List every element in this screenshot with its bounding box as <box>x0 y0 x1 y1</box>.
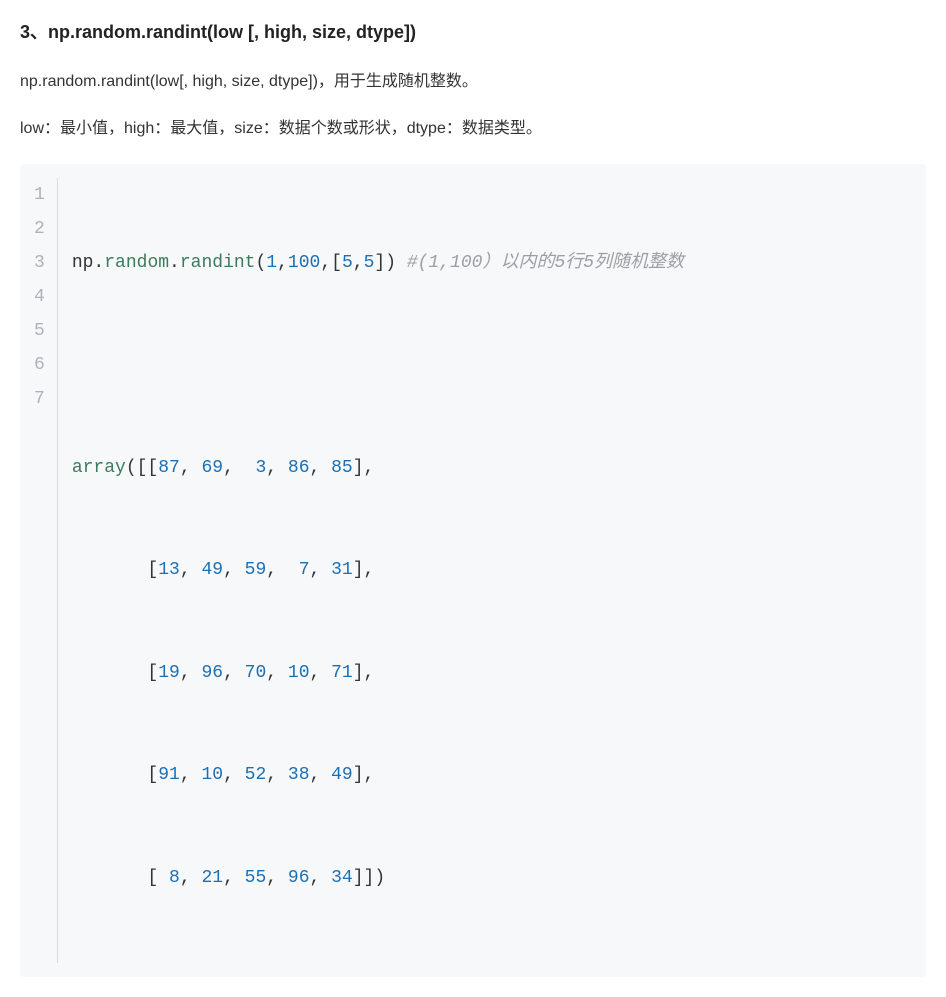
line-number: 1 <box>34 178 45 212</box>
token-punc: , <box>180 458 202 478</box>
code-line: np.random.randint(1,100,[5,5]) #(1,100）以… <box>72 246 684 280</box>
token-number: 21 <box>201 868 223 888</box>
token-punc: ], <box>353 560 375 580</box>
token-number: 19 <box>158 663 180 683</box>
code-line: [ 8, 21, 55, 96, 34]]) <box>72 861 684 895</box>
token-punc: , <box>310 458 332 478</box>
token-punc: , <box>320 253 331 273</box>
line-number: 3 <box>34 246 45 280</box>
code-line: [19, 96, 70, 10, 71], <box>72 656 684 690</box>
token-punc: [ <box>72 765 158 785</box>
code-gutter: 1 2 3 4 5 6 7 <box>20 178 58 963</box>
token-number: 10 <box>201 765 223 785</box>
code-content: np.random.randint(1,100,[5,5]) #(1,100）以… <box>58 178 684 963</box>
token-number: 69 <box>201 458 223 478</box>
token-punc: ], <box>353 458 375 478</box>
token-punc: , <box>310 868 332 888</box>
token-punc: ([[ <box>126 458 158 478</box>
token-punc: , <box>180 765 202 785</box>
line-number: 2 <box>34 212 45 246</box>
token-punc: . <box>93 253 104 273</box>
token-punc: ( <box>255 253 266 273</box>
token-number: 100 <box>288 253 320 273</box>
token-punc: . <box>169 253 180 273</box>
token-punc: , <box>266 765 288 785</box>
token-space <box>396 253 407 273</box>
token-punc: , <box>353 253 364 273</box>
token-punc: , <box>223 663 245 683</box>
token-number: 86 <box>288 458 310 478</box>
token-punc: [ <box>72 868 169 888</box>
token-number: 3 <box>255 458 266 478</box>
token-func: randint <box>180 253 256 273</box>
line-number: 4 <box>34 280 45 314</box>
code-line: array([[87, 69, 3, 86, 85], <box>72 451 684 485</box>
token-punc: , <box>180 560 202 580</box>
token-punc: , <box>277 253 288 273</box>
token-ident: np <box>72 253 94 273</box>
token-number: 96 <box>201 663 223 683</box>
token-number: 87 <box>158 458 180 478</box>
token-punc: ]]) <box>353 868 385 888</box>
token-number: 38 <box>288 765 310 785</box>
token-number: 91 <box>158 765 180 785</box>
token-number: 49 <box>201 560 223 580</box>
token-punc: , <box>223 868 245 888</box>
token-func: array <box>72 458 126 478</box>
line-number: 5 <box>34 314 45 348</box>
token-number: 96 <box>288 868 310 888</box>
token-punc: [ <box>72 560 158 580</box>
token-number: 8 <box>169 868 180 888</box>
token-number: 52 <box>245 765 267 785</box>
token-number: 70 <box>245 663 267 683</box>
token-number: 13 <box>158 560 180 580</box>
token-number: 34 <box>331 868 353 888</box>
token-number: 85 <box>331 458 353 478</box>
section-heading: 3、np.random.randint(low [, high, size, d… <box>20 18 926 47</box>
token-punc: , <box>180 663 202 683</box>
token-punc: , <box>266 663 288 683</box>
token-punc: , <box>180 868 202 888</box>
token-number: 1 <box>266 253 277 273</box>
code-line <box>72 349 684 383</box>
token-punc: ] <box>374 253 385 273</box>
description-para-1: np.random.randint(low[, high, size, dtyp… <box>20 69 926 95</box>
token-punc: , <box>223 765 245 785</box>
token-number: 10 <box>288 663 310 683</box>
token-punc: ], <box>353 765 375 785</box>
code-line: [91, 10, 52, 38, 49], <box>72 758 684 792</box>
token-punc: ], <box>353 663 375 683</box>
token-number: 59 <box>245 560 267 580</box>
token-punc: , <box>223 458 255 478</box>
token-number: 49 <box>331 765 353 785</box>
token-number: 71 <box>331 663 353 683</box>
line-number: 7 <box>34 382 45 416</box>
line-number: 6 <box>34 348 45 382</box>
token-number: 31 <box>331 560 353 580</box>
token-punc: , <box>266 868 288 888</box>
token-number: 7 <box>299 560 310 580</box>
token-punc: , <box>266 458 288 478</box>
token-punc: , <box>223 560 245 580</box>
token-punc: , <box>310 765 332 785</box>
token-punc: [ <box>331 253 342 273</box>
token-punc: [ <box>72 663 158 683</box>
token-punc: , <box>310 560 332 580</box>
code-block: 1 2 3 4 5 6 7 np.random.randint(1,100,[5… <box>20 164 926 977</box>
token-number: 5 <box>364 253 375 273</box>
token-comment: #(1,100）以内的5行5列随机整数 <box>407 253 684 273</box>
token-punc: , <box>266 560 298 580</box>
token-number: 55 <box>245 868 267 888</box>
token-punc: ) <box>385 253 396 273</box>
token-func: random <box>104 253 169 273</box>
code-line: [13, 49, 59, 7, 31], <box>72 553 684 587</box>
description-para-2: low：最小值，high：最大值，size：数据个数或形状，dtype：数据类型… <box>20 116 926 142</box>
token-number: 5 <box>342 253 353 273</box>
token-punc: , <box>310 663 332 683</box>
